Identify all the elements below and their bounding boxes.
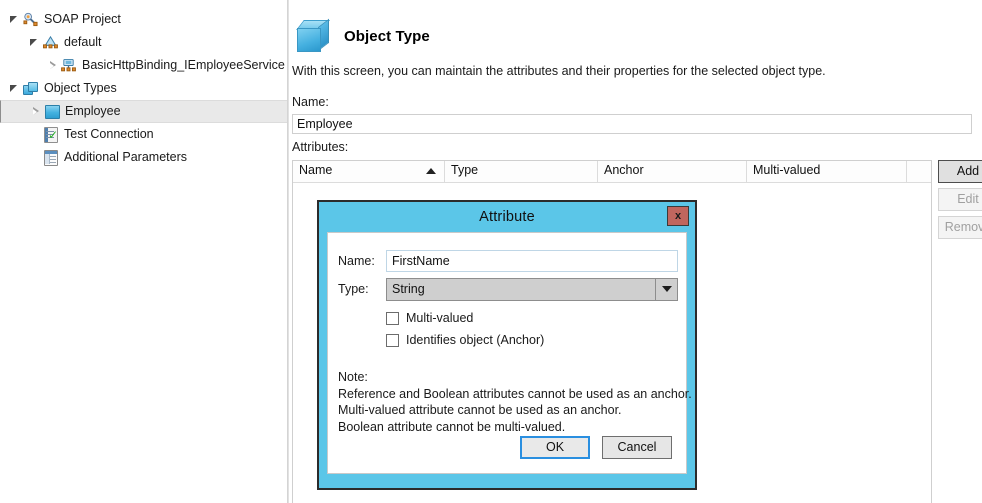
dialog-type-row: Type: String [328,275,686,303]
tree-item-label: Employee [65,104,121,118]
dialog-title: Attribute [479,209,535,225]
tree-item-default[interactable]: default [0,31,287,54]
column-header-name[interactable]: Name [293,161,445,182]
cube-icon [296,18,331,52]
attributes-grid-header: Name Type Anchor Multi-valued [293,161,931,183]
dialog-name-label: Name: [338,254,375,268]
object-types-icon [22,80,39,97]
anchor-checkbox-row[interactable]: Identifies object (Anchor) [328,329,686,351]
check-mark-icon: ✓ [48,128,59,142]
chevron-down-icon[interactable] [655,278,677,300]
dialog-body: Name: Type: String Multi-valued Identifi… [327,232,692,474]
remove-attribute-button: Remove [938,216,982,239]
expander-collapsed-icon[interactable] [44,58,60,74]
multi-valued-checkbox[interactable] [386,311,399,325]
sort-ascending-icon [426,168,436,174]
attribute-type-value: String [392,281,425,296]
page-title: Object Type [344,27,430,45]
object-type-name-input[interactable] [292,114,972,134]
tree-item-label: Test Connection [64,127,154,141]
tree-item-label: Object Types [44,81,117,95]
tree-item-label: Additional Parameters [64,150,187,164]
close-icon[interactable]: x [667,206,689,226]
expander-none [26,127,42,143]
expander-expanded-icon[interactable] [6,12,22,28]
expander-none [26,150,42,166]
dialog-action-buttons: OK Cancel [520,436,672,459]
tree-item-additional-parameters[interactable]: Additional Parameters [0,146,287,169]
expander-expanded-icon[interactable] [26,35,42,51]
column-header-anchor[interactable]: Anchor [598,161,747,182]
attributes-action-buttons: Add Edit Remove [938,160,982,244]
tree-item-label: default [64,35,102,49]
name-label: Name: [292,95,329,109]
dialog-name-row: Name: [328,247,686,275]
identifies-object-checkbox[interactable] [386,333,399,347]
navigation-tree-pane[interactable]: SOAP Project default BasicHttpBinding_IE… [0,0,288,503]
tree-item-test-connection[interactable]: ✓ Test Connection [0,123,287,146]
tree-item-object-types[interactable]: Object Types [0,77,287,100]
test-connection-icon: ✓ [42,126,59,143]
dialog-note: Note: Reference and Boolean attributes c… [338,369,692,435]
column-header-spacer [907,161,931,182]
binding-icon [60,57,77,74]
endpoint-icon [42,34,59,51]
edit-attribute-button: Edit [938,188,982,211]
column-header-label: Anchor [604,163,644,177]
dialog-title-bar[interactable]: Attribute x [319,202,695,232]
expander-collapsed-icon[interactable] [27,104,43,120]
expander-expanded-icon[interactable] [6,81,22,97]
page-description: With this screen, you can maintain the a… [292,64,826,78]
note-line: Boolean attribute cannot be multi-valued… [338,419,566,434]
column-header-multi-valued[interactable]: Multi-valued [747,161,907,182]
cube-icon [43,103,60,120]
note-heading: Note: [338,370,368,384]
ok-button[interactable]: OK [520,436,590,459]
tree-item-soap-project[interactable]: SOAP Project [0,8,287,31]
column-header-type[interactable]: Type [445,161,598,182]
tree-item-basichttpbinding[interactable]: BasicHttpBinding_IEmployeeService [0,54,287,77]
additional-parameters-icon [42,149,59,166]
multi-valued-checkbox-row[interactable]: Multi-valued [328,307,686,329]
note-line: Reference and Boolean attributes cannot … [338,386,692,401]
dialog-type-label: Type: [338,282,369,296]
add-attribute-button[interactable]: Add [938,160,982,183]
identifies-object-label: Identifies object (Anchor) [406,333,545,347]
cancel-button[interactable]: Cancel [602,436,672,459]
page-header: Object Type [296,18,430,52]
application-window: SOAP Project default BasicHttpBinding_IE… [0,0,982,503]
column-header-label: Name [299,163,333,177]
tree-item-label: SOAP Project [44,12,121,26]
column-header-label: Multi-valued [753,163,821,177]
tree-item-label: BasicHttpBinding_IEmployeeService [82,58,285,72]
attribute-type-select[interactable]: String [386,277,678,301]
note-line: Multi-valued attribute cannot be used as… [338,403,622,417]
attribute-name-input[interactable] [386,250,678,272]
multi-valued-label: Multi-valued [406,311,474,325]
column-header-label: Type [451,163,479,177]
tree-item-employee[interactable]: Employee [0,100,287,123]
attributes-label: Attributes: [292,140,349,154]
soap-project-icon [22,11,39,28]
attribute-dialog: Attribute x Name: Type: String Multi-val… [317,200,697,490]
